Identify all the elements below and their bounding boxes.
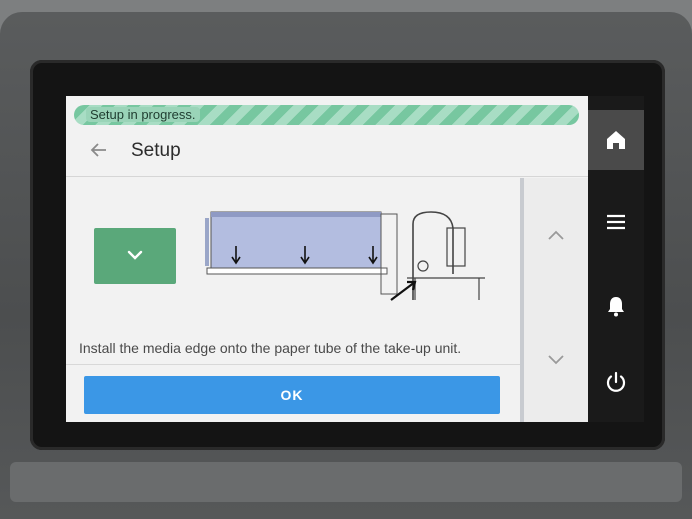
chevron-down-icon	[127, 250, 143, 260]
power-icon	[606, 371, 626, 392]
sidebar-item-home[interactable]	[588, 110, 644, 170]
sidebar	[588, 96, 644, 422]
chevron-up-icon[interactable]	[546, 228, 566, 242]
progress-label: Setup in progress.	[86, 107, 200, 122]
ok-button[interactable]: OK	[84, 376, 500, 414]
page-title: Setup	[131, 140, 181, 161]
scroll-controls	[524, 178, 588, 422]
back-arrow-icon[interactable]	[86, 140, 112, 166]
page-header: Setup	[66, 134, 588, 178]
divider	[66, 364, 521, 365]
progress-bar: Setup in progress.	[74, 105, 579, 125]
bell-icon	[608, 297, 624, 317]
setup-step-panel: Install the media edge onto the paper tu…	[66, 178, 521, 422]
menu-icon	[607, 214, 625, 230]
chevron-down-icon[interactable]	[546, 353, 566, 367]
panel-ledge	[10, 462, 682, 502]
home-icon	[607, 131, 625, 149]
sidebar-item-notifications[interactable]	[588, 276, 644, 336]
sidebar-item-menu[interactable]	[588, 192, 644, 252]
take-up-unit-diagram-icon	[205, 211, 485, 301]
main-content: Setup in progress. Setup Install the med…	[66, 96, 588, 422]
sidebar-item-power[interactable]	[588, 352, 644, 412]
touch-screen: Setup in progress. Setup Install the med…	[66, 96, 644, 422]
expand-button[interactable]	[94, 228, 176, 284]
instruction-text: Install the media edge onto the paper tu…	[79, 340, 462, 356]
header-divider	[66, 176, 588, 177]
